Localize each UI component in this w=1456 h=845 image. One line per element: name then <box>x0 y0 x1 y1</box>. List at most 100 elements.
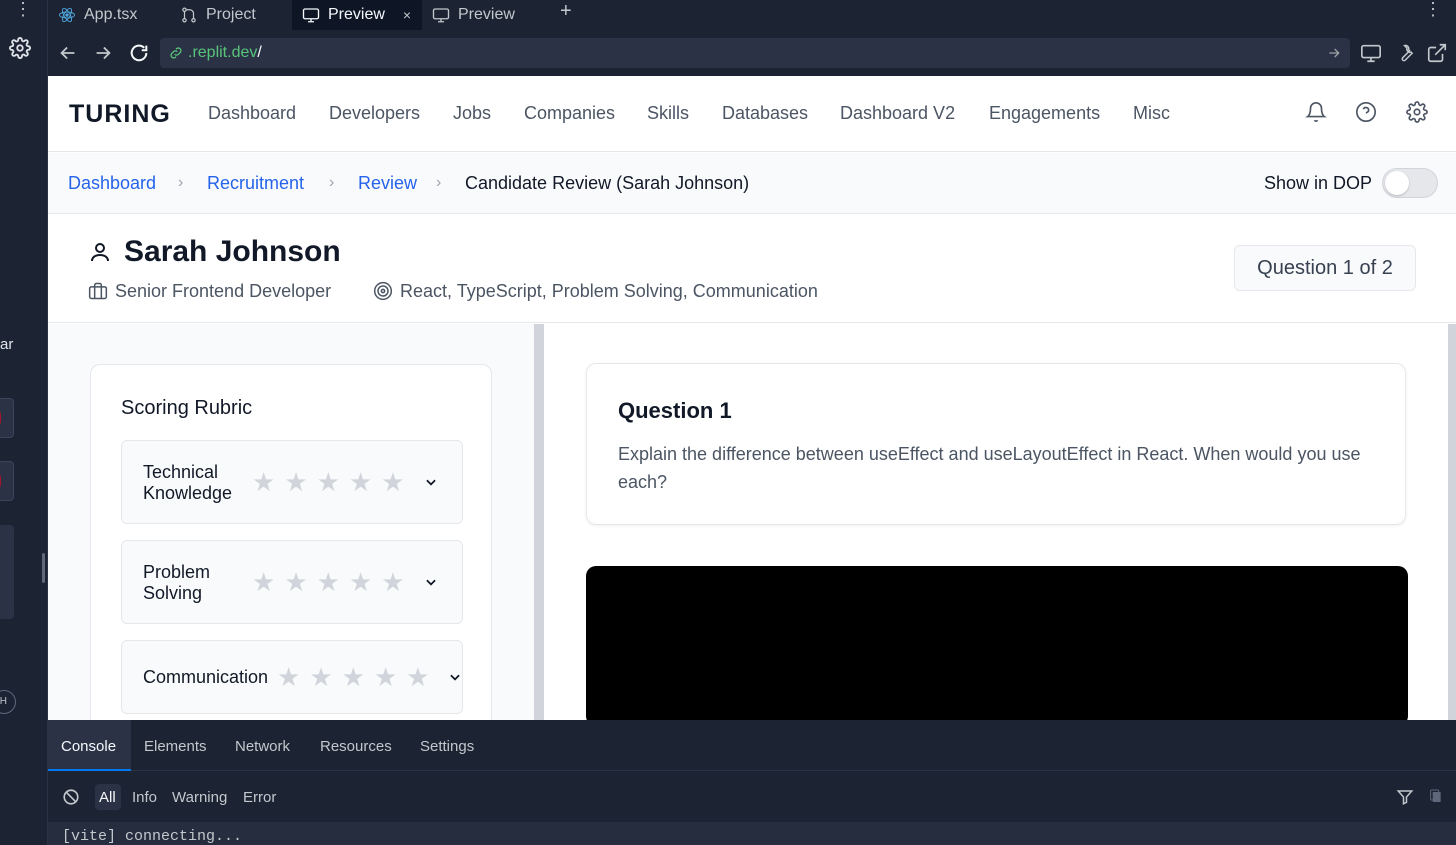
tab-app-tsx[interactable]: App.tsx <box>48 0 166 30</box>
app-preview: TURING Dashboard Developers Jobs Compani… <box>48 76 1456 720</box>
rubric-title: Scoring Rubric <box>121 397 253 419</box>
sidebar-card[interactable] <box>0 398 14 438</box>
devtools-panel: Console Elements Network Resources Setti… <box>48 720 1456 845</box>
level-error[interactable]: Error <box>243 789 276 806</box>
star-icon[interactable]: ★ <box>317 469 340 495</box>
question-text: Explain the difference between useEffect… <box>618 444 1361 492</box>
star-icon[interactable]: ★ <box>406 664 429 690</box>
star-icon[interactable]: ★ <box>342 664 365 690</box>
breadcrumb-dashboard[interactable]: Dashboard <box>68 173 156 194</box>
avatar[interactable]: H <box>0 690 16 714</box>
star-rating[interactable]: ★ ★ ★ ★ ★ <box>277 664 430 690</box>
devtools-tab-settings[interactable]: Settings <box>420 738 474 755</box>
nav-developers[interactable]: Developers <box>329 103 420 124</box>
sidebar-card[interactable] <box>0 461 14 501</box>
scrollbar[interactable] <box>1448 324 1456 720</box>
candidate-header: Sarah Johnson Senior Frontend Developer … <box>48 215 1456 323</box>
star-icon[interactable]: ★ <box>349 469 372 495</box>
add-tab-button[interactable]: + <box>560 0 572 22</box>
tab-project[interactable]: Project <box>170 0 288 30</box>
star-icon[interactable]: ★ <box>284 469 307 495</box>
nav-dashboard-v2[interactable]: Dashboard V2 <box>840 103 955 124</box>
devtools-tab-network[interactable]: Network <box>235 738 290 755</box>
devtools-tab-resources[interactable]: Resources <box>320 738 392 755</box>
nav-jobs[interactable]: Jobs <box>453 103 491 124</box>
tab-label: Preview <box>458 6 515 23</box>
star-icon[interactable]: ★ <box>317 569 340 595</box>
star-icon[interactable]: ★ <box>252 569 275 595</box>
question-card: Question 1 Explain the difference betwee… <box>586 363 1406 525</box>
chevron-down-icon[interactable] <box>448 670 462 684</box>
top-navigation: TURING Dashboard Developers Jobs Compani… <box>48 76 1456 152</box>
forward-arrow-icon[interactable] <box>92 42 114 64</box>
chevron-down-icon[interactable] <box>424 575 438 589</box>
refresh-icon[interactable] <box>128 42 150 64</box>
nav-skills[interactable]: Skills <box>647 103 689 124</box>
star-icon[interactable]: ★ <box>349 569 372 595</box>
close-icon[interactable]: × <box>403 7 411 23</box>
star-icon[interactable]: ★ <box>374 664 397 690</box>
logo[interactable]: TURING <box>69 100 171 129</box>
chevron-right-icon: › <box>178 174 184 191</box>
bell-icon[interactable] <box>1305 101 1327 123</box>
nav-databases[interactable]: Databases <box>722 103 808 124</box>
gear-icon[interactable] <box>9 37 31 59</box>
devtools-tab-console[interactable]: Console <box>61 738 116 755</box>
star-icon[interactable]: ★ <box>284 569 307 595</box>
breadcrumb-recruitment[interactable]: Recruitment <box>207 173 304 194</box>
help-icon[interactable] <box>1355 101 1377 123</box>
more-menu-icon[interactable]: ⋮ <box>1424 0 1442 18</box>
back-arrow-icon[interactable] <box>57 42 79 64</box>
rubric-row-communication[interactable]: Communication ★ ★ ★ ★ ★ <box>121 640 463 714</box>
copy-icon[interactable] <box>1428 788 1444 804</box>
devices-icon[interactable] <box>1360 42 1382 64</box>
video-player[interactable] <box>586 566 1408 720</box>
star-icon[interactable]: ★ <box>277 664 300 690</box>
rubric-label: Technical Knowledge <box>143 462 233 503</box>
tab-label: Preview <box>328 6 385 23</box>
star-icon[interactable]: ★ <box>381 569 404 595</box>
rubric-row-technical-knowledge[interactable]: Technical Knowledge ★ ★ ★ ★ ★ <box>121 440 463 524</box>
tab-preview-active[interactable]: Preview × <box>292 0 422 30</box>
star-rating[interactable]: ★ ★ ★ ★ ★ <box>252 469 405 495</box>
nav-companies[interactable]: Companies <box>524 103 615 124</box>
devtools-tab-elements[interactable]: Elements <box>144 738 207 755</box>
error-dot-icon <box>0 472 1 490</box>
sidebar-panel[interactable] <box>0 525 14 619</box>
more-menu-icon[interactable]: ⋮ <box>14 0 32 18</box>
wrench-icon[interactable] <box>1394 42 1416 64</box>
star-rating[interactable]: ★ ★ ★ ★ ★ <box>252 569 405 595</box>
level-all[interactable]: All <box>99 789 116 806</box>
resize-handle[interactable] <box>42 553 45 583</box>
show-in-dop-toggle[interactable] <box>1382 168 1438 198</box>
star-icon[interactable]: ★ <box>381 469 404 495</box>
link-icon <box>170 47 182 59</box>
react-icon <box>59 7 75 23</box>
devtools-tabs: Console Elements Network Resources Setti… <box>48 720 1456 771</box>
breadcrumb-current: Candidate Review (Sarah Johnson) <box>465 173 750 193</box>
clear-console-icon[interactable] <box>62 788 80 806</box>
nav-misc[interactable]: Misc <box>1133 103 1170 124</box>
tab-label: Project <box>206 6 256 23</box>
target-icon <box>373 281 393 301</box>
chevron-down-icon[interactable] <box>424 475 438 489</box>
pane-resize-handle[interactable] <box>534 324 544 720</box>
external-link-icon[interactable] <box>1426 42 1448 64</box>
nav-dashboard[interactable]: Dashboard <box>208 103 296 124</box>
rubric-row-problem-solving[interactable]: Problem Solving ★ ★ ★ ★ ★ <box>121 540 463 624</box>
star-icon[interactable]: ★ <box>309 664 332 690</box>
nav-engagements[interactable]: Engagements <box>989 103 1100 124</box>
level-info[interactable]: Info <box>132 789 157 806</box>
breadcrumb-review[interactable]: Review <box>358 173 417 194</box>
gear-icon[interactable] <box>1406 101 1428 123</box>
go-arrow-icon[interactable] <box>1326 45 1342 61</box>
tab-bar: App.tsx Project Preview × Preview + ⋮ <box>48 0 1456 30</box>
level-warning[interactable]: Warning <box>172 789 227 806</box>
chevron-right-icon: › <box>436 174 442 191</box>
tab-preview[interactable]: Preview <box>422 0 548 30</box>
star-icon[interactable]: ★ <box>252 469 275 495</box>
url-field[interactable]: .replit.dev / <box>160 38 1350 68</box>
monitor-icon <box>432 8 450 23</box>
question-title: Question 1 <box>618 398 732 423</box>
filter-icon[interactable] <box>1396 788 1414 806</box>
